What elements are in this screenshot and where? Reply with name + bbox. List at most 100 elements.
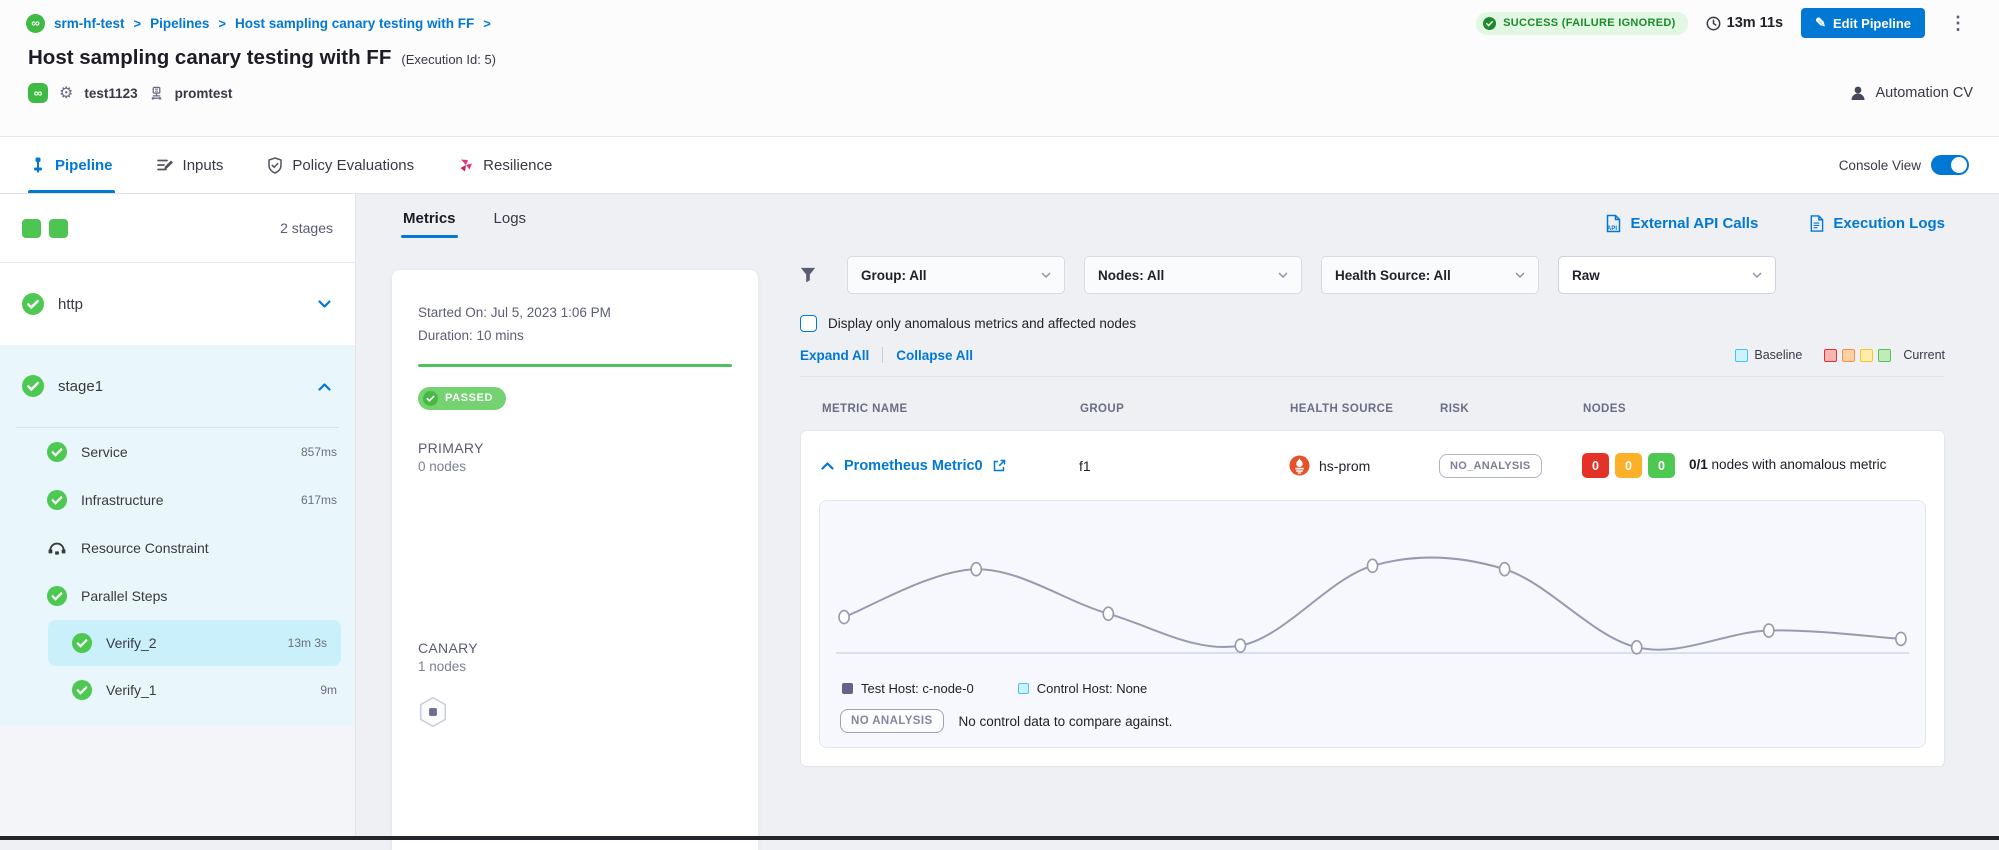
stage-minimap-square[interactable]: [49, 219, 68, 238]
edit-pipeline-button[interactable]: ✎ Edit Pipeline: [1801, 8, 1925, 38]
metric-sparkline-chart: [836, 529, 1909, 669]
test-host-label: Test Host: c-node-0: [861, 681, 974, 696]
tab-resilience-label: Resilience: [483, 157, 552, 174]
primary-label: PRIMARY: [418, 440, 732, 456]
edit-pipeline-label: Edit Pipeline: [1833, 16, 1911, 31]
canary-node-hexagon-icon[interactable]: [418, 696, 448, 728]
tab-resilience[interactable]: Resilience: [458, 137, 552, 193]
sidebar-step-resource-constraint[interactable]: Resource Constraint: [0, 524, 355, 572]
nodes-filter-dropdown[interactable]: Nodes: All: [1084, 256, 1302, 294]
legend-current-label: Current: [1903, 348, 1945, 362]
stage-stage1-label: stage1: [58, 378, 103, 395]
expand-all-link[interactable]: Expand All: [800, 348, 869, 363]
group-filter-dropdown[interactable]: Group: All: [847, 256, 1065, 294]
collapse-all-link[interactable]: Collapse All: [896, 348, 973, 363]
sidebar-step-infrastructure[interactable]: Infrastructure 617ms: [0, 476, 355, 524]
chevron-down-icon: [1515, 272, 1525, 279]
col-group: GROUP: [1080, 403, 1290, 415]
control-host-swatch: [1018, 683, 1029, 694]
node-count-amber-badge: 0: [1615, 453, 1642, 478]
external-api-calls-link[interactable]: API External API Calls: [1604, 214, 1758, 233]
chevron-up-icon[interactable]: [821, 461, 834, 470]
tab-policy-evaluations[interactable]: Policy Evaluations: [267, 137, 414, 193]
nodes-filter-value: Nodes: All: [1098, 268, 1164, 283]
stage1-section: stage1 Service 857ms Infrastructure 617m…: [0, 345, 355, 726]
health-source-name: hs-prom: [1319, 458, 1370, 474]
no-analysis-message: No control data to compare against.: [959, 714, 1173, 729]
health-source-filter-value: Health Source: All: [1335, 268, 1451, 283]
started-on: Started On: Jul 5, 2023 1:06 PM: [418, 302, 732, 325]
tab-inputs[interactable]: Inputs: [157, 137, 224, 193]
col-health-source: HEALTH SOURCE: [1290, 403, 1440, 415]
chevron-down-icon: [1752, 272, 1762, 279]
metric-table-row: Prometheus Metric0 f1 hs-prom NO_ANALYSI…: [819, 431, 1926, 496]
step-label: Parallel Steps: [81, 588, 167, 604]
node-count-green-badge: 0: [1648, 453, 1675, 478]
current-swatches: [1824, 349, 1891, 362]
risk-green-swatch: [1878, 349, 1891, 362]
breadcrumb-separator: >: [218, 16, 226, 31]
step-duration: 857ms: [301, 445, 337, 459]
risk-orange-swatch: [1842, 349, 1855, 362]
execution-logs-link[interactable]: Execution Logs: [1808, 214, 1945, 233]
sidebar-stage-http[interactable]: http: [0, 263, 355, 345]
metrics-panel: API External API Calls Execution Logs Gr…: [780, 194, 1999, 840]
metric-name-link[interactable]: Prometheus Metric0: [844, 458, 983, 474]
svg-text:API: API: [1607, 226, 1617, 232]
stage-minimap-square[interactable]: [22, 219, 41, 238]
resource-constraint-queue-icon: [47, 540, 67, 556]
success-check-icon: [72, 680, 92, 700]
resilience-chaos-icon: [458, 157, 474, 173]
sidebar-step-verify-1[interactable]: Verify_1 9m: [0, 666, 355, 714]
health-source-filter-dropdown[interactable]: Health Source: All: [1321, 256, 1539, 294]
page-header: ∞ srm-hf-test > Pipelines > Host samplin…: [0, 0, 1999, 137]
host-legend: Test Host: c-node-0 Control Host: None: [836, 681, 1909, 696]
anomalous-only-checkbox[interactable]: [800, 315, 817, 332]
gear-icon: ⚙: [59, 83, 73, 103]
nodes-summary: 0/1 nodes with anomalous metric: [1689, 456, 1899, 474]
risk-red-swatch: [1824, 349, 1837, 362]
tab-logs[interactable]: Logs: [494, 210, 527, 238]
external-link-icon[interactable]: [993, 459, 1006, 472]
control-host-label: Control Host: None: [1037, 681, 1148, 696]
shield-check-icon: [267, 157, 283, 174]
no-analysis-badge: NO ANALYSIS: [840, 709, 944, 733]
breadcrumb-project[interactable]: srm-hf-test: [54, 16, 125, 31]
primary-node-count: 0 nodes: [418, 459, 732, 474]
sidebar-step-verify-2[interactable]: Verify_2 13m 3s: [48, 620, 341, 666]
stage-count: 2 stages: [280, 220, 333, 236]
breadcrumb-separator: >: [134, 16, 142, 31]
filter-funnel-icon[interactable]: [800, 267, 816, 283]
view-mode-value: Raw: [1572, 268, 1600, 283]
prometheus-icon: [1289, 455, 1310, 476]
success-check-icon: [47, 586, 67, 606]
console-view-toggle[interactable]: [1931, 155, 1969, 175]
anomalous-only-label[interactable]: Display only anomalous metrics and affec…: [828, 316, 1136, 331]
check-circle-icon: [423, 391, 438, 406]
execution-id: (Execution Id: 5): [401, 52, 496, 67]
chevron-up-icon[interactable]: [318, 382, 331, 391]
chart-color-legend: Baseline Current: [1735, 348, 1945, 362]
page-title: Host sampling canary testing with FF: [28, 46, 391, 70]
user-label: Automation CV: [1875, 85, 1973, 101]
nodes-ratio: 0/1: [1689, 457, 1708, 472]
col-risk: RISK: [1440, 403, 1583, 415]
breadcrumb-pipelines[interactable]: Pipelines: [150, 16, 209, 31]
sidebar-step-service[interactable]: Service 857ms: [0, 428, 355, 476]
chevron-down-icon: [1278, 272, 1288, 279]
api-document-icon: API: [1604, 214, 1621, 233]
tab-pipeline[interactable]: Pipeline: [30, 137, 113, 193]
inputs-icon: [157, 157, 174, 173]
sidebar-step-parallel-steps[interactable]: Parallel Steps: [0, 572, 355, 620]
success-check-icon: [47, 442, 67, 462]
view-mode-dropdown[interactable]: Raw: [1558, 256, 1776, 294]
more-options-icon[interactable]: ⋮: [1943, 12, 1973, 34]
tab-metrics[interactable]: Metrics: [403, 210, 456, 238]
verification-progress-bar: [418, 364, 732, 367]
chevron-down-icon[interactable]: [318, 300, 331, 309]
sidebar-stage-stage1[interactable]: stage1: [0, 345, 355, 427]
execution-sidebar: 2 stages http stage1 Service 857ms Infra…: [0, 194, 356, 840]
breadcrumb-pipeline-name[interactable]: Host sampling canary testing with FF: [235, 16, 474, 31]
clock-icon: [1706, 16, 1721, 31]
nodes-summary-text: nodes with anomalous metric: [1712, 457, 1887, 472]
